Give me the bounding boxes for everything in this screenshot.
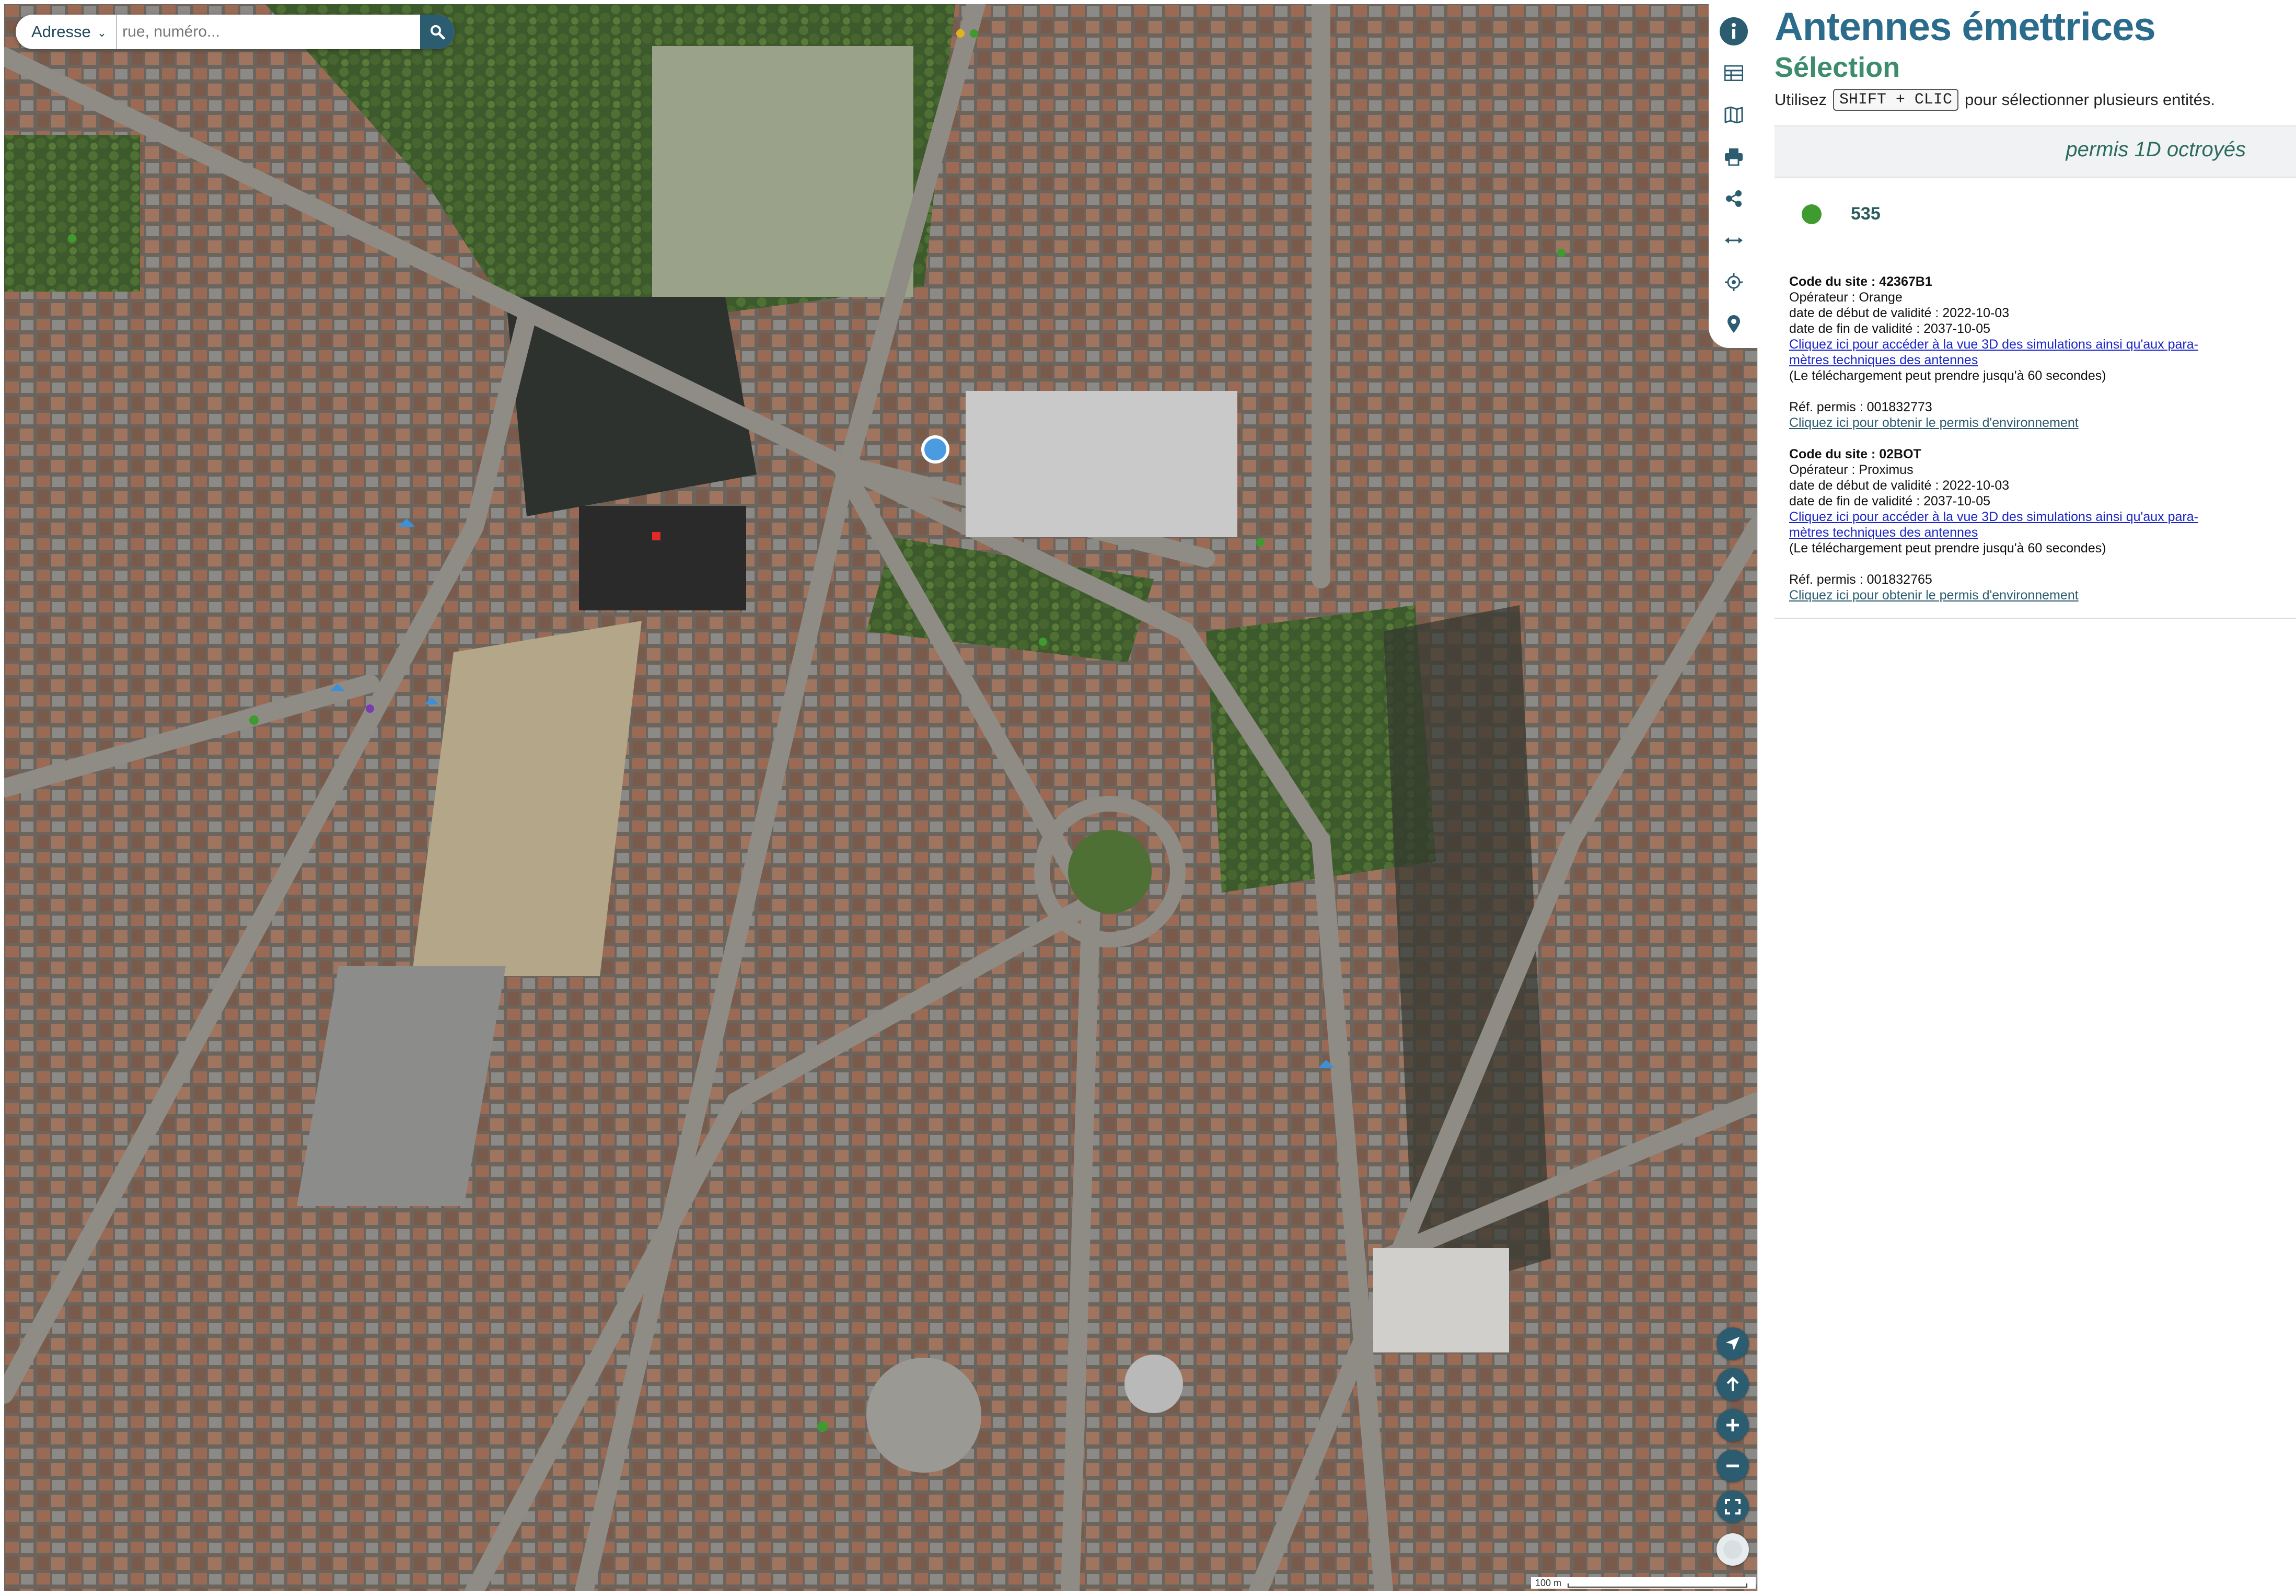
pin-button[interactable] bbox=[1719, 309, 1748, 339]
view-3d-link[interactable]: Cliquez ici pour accéder à la vue 3D des… bbox=[1789, 509, 2259, 540]
north-arrow-icon bbox=[1726, 1377, 1739, 1391]
zoom-out-button[interactable] bbox=[1717, 1450, 1749, 1482]
panel-divider bbox=[1775, 618, 2296, 619]
locate-button[interactable] bbox=[1719, 268, 1748, 297]
aerial-imagery bbox=[4, 4, 1757, 1591]
chevron-down-icon: ⌄ bbox=[97, 26, 107, 39]
scale-bar: 100 m bbox=[1531, 1577, 1756, 1589]
site-card: Code du site : 02BOT Opérateur : Proximu… bbox=[1789, 446, 2259, 603]
table-button[interactable] bbox=[1719, 59, 1748, 88]
search-button[interactable] bbox=[420, 15, 455, 49]
navigate-icon bbox=[1726, 1337, 1740, 1350]
search-icon bbox=[431, 25, 445, 40]
locate-icon bbox=[1725, 273, 1743, 291]
legend-count: 535 bbox=[1851, 204, 1881, 224]
hint-key: SHIFT + CLIC bbox=[1833, 89, 1958, 111]
zoom-in-icon bbox=[1726, 1419, 1739, 1431]
hint-text-before: Utilisez bbox=[1775, 90, 1827, 109]
basemap-button[interactable] bbox=[1717, 1533, 1749, 1566]
search-type-label: Adresse bbox=[31, 22, 91, 41]
download-note: (Le téléchargement peut prendre jusqu'à … bbox=[1789, 368, 2106, 383]
site-code: Code du site : 02BOT bbox=[1789, 447, 1921, 461]
view-3d-link-line2: mètres techniques des antennes bbox=[1789, 525, 1978, 540]
search-type-select[interactable]: Adresse ⌄ bbox=[16, 15, 118, 49]
permit-reference: Réf. permis : 001832773 bbox=[1789, 400, 1932, 414]
site-operator: Opérateur : Orange bbox=[1789, 290, 1903, 305]
environment-permit-link[interactable]: Cliquez ici pour obtenir le permis d'env… bbox=[1789, 587, 2259, 603]
share-icon bbox=[1726, 190, 1742, 207]
fullscreen-button[interactable] bbox=[1717, 1490, 1749, 1523]
map-toolbar bbox=[1709, 4, 1759, 348]
site-code: Code du site : 42367B1 bbox=[1789, 274, 1932, 289]
scale-label: 100 m bbox=[1535, 1578, 1562, 1588]
site-operator: Opérateur : Proximus bbox=[1789, 462, 1914, 477]
panel-subtitle: Sélection bbox=[1775, 52, 1900, 83]
table-icon bbox=[1724, 65, 1743, 81]
map-button[interactable] bbox=[1719, 100, 1748, 130]
view-3d-link-line1: Cliquez ici pour accéder à la vue 3D des… bbox=[1789, 510, 2198, 524]
site-start-date: date de début de validité : 2022-10-03 bbox=[1789, 306, 2010, 320]
layer-header: permis 1D octroyés bbox=[1775, 125, 2296, 178]
panel-title: Antennes émettrices bbox=[1775, 5, 2156, 49]
north-button[interactable] bbox=[1717, 1368, 1749, 1401]
share-button[interactable] bbox=[1719, 184, 1748, 213]
print-icon bbox=[1725, 148, 1743, 166]
legend-marker bbox=[1802, 204, 1822, 224]
search-input[interactable] bbox=[117, 16, 421, 48]
selection-hint: Utilisez SHIFT + CLIC pour sélectionner … bbox=[1775, 89, 2215, 111]
map-view[interactable]: Adresse ⌄ 100 m bbox=[4, 4, 1758, 1591]
view-3d-link[interactable]: Cliquez ici pour accéder à la vue 3D des… bbox=[1789, 337, 2259, 368]
fullscreen-icon bbox=[1725, 1499, 1741, 1514]
site-end-date: date de fin de validité : 2037-10-05 bbox=[1789, 494, 1990, 508]
print-button[interactable] bbox=[1719, 142, 1748, 171]
zoom-in-button[interactable] bbox=[1717, 1409, 1749, 1441]
layer-name: permis 1D octroyés bbox=[2066, 138, 2246, 161]
zoom-out-icon bbox=[1726, 1464, 1739, 1467]
hint-text-after: pour sélectionner plusieurs entités. bbox=[1964, 90, 2215, 109]
layer-legend: 535 bbox=[1802, 204, 1881, 224]
basemap-icon bbox=[1723, 1540, 1742, 1559]
permit-reference: Réf. permis : 001832765 bbox=[1789, 572, 1932, 587]
map-icon bbox=[1724, 107, 1743, 123]
address-search-bar: Adresse ⌄ bbox=[16, 15, 455, 49]
view-3d-link-line1: Cliquez ici pour accéder à la vue 3D des… bbox=[1789, 337, 2198, 352]
side-panel: Antennes émettrices Sélection Utilisez S… bbox=[1762, 0, 2296, 1596]
site-end-date: date de fin de validité : 2037-10-05 bbox=[1789, 321, 1990, 336]
download-note: (Le téléchargement peut prendre jusqu'à … bbox=[1789, 541, 2106, 556]
view-3d-link-line2: mètres techniques des antennes bbox=[1789, 353, 1978, 367]
info-icon bbox=[1720, 17, 1748, 45]
site-card: Code du site : 42367B1 Opérateur : Orang… bbox=[1789, 274, 2259, 431]
measure-button[interactable] bbox=[1719, 226, 1748, 255]
environment-permit-link[interactable]: Cliquez ici pour obtenir le permis d'env… bbox=[1789, 415, 2259, 431]
measure-icon bbox=[1725, 237, 1743, 244]
info-button[interactable] bbox=[1719, 17, 1748, 46]
pin-icon bbox=[1727, 315, 1740, 333]
site-start-date: date de début de validité : 2022-10-03 bbox=[1789, 478, 2010, 493]
navigate-button[interactable] bbox=[1717, 1327, 1749, 1360]
